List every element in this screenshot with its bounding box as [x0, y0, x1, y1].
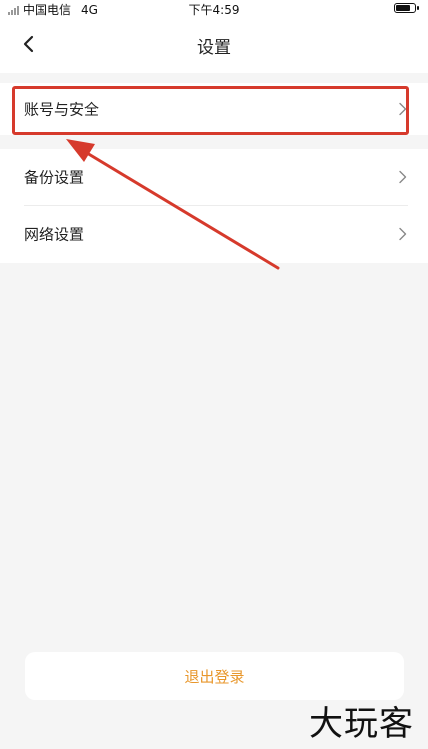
chevron-right-icon — [399, 102, 407, 116]
battery-icon — [394, 3, 419, 13]
status-bar: 中国电信 4G 下午4:59 — [0, 0, 428, 18]
settings-item-account-security[interactable]: 账号与安全 — [0, 81, 428, 137]
settings-group-account: 账号与安全 — [0, 83, 428, 135]
chevron-right-icon — [399, 227, 407, 241]
battery-level — [396, 5, 410, 11]
settings-group-general: 备份设置 网络设置 — [0, 149, 428, 263]
logout-button[interactable]: 退出登录 — [25, 652, 404, 700]
page-title: 设置 — [197, 38, 231, 58]
settings-item-label: 网络设置 — [24, 225, 85, 244]
settings-item-backup[interactable]: 备份设置 — [0, 149, 428, 206]
nav-bar: 设置 — [0, 18, 428, 73]
settings-item-label: 账号与安全 — [24, 100, 100, 119]
chevron-right-icon — [399, 170, 407, 184]
settings-item-label: 备份设置 — [24, 168, 85, 187]
settings-item-network[interactable]: 网络设置 — [0, 206, 428, 262]
status-time: 下午4:59 — [188, 3, 240, 17]
watermark-logo: 大玩客 — [309, 704, 414, 744]
